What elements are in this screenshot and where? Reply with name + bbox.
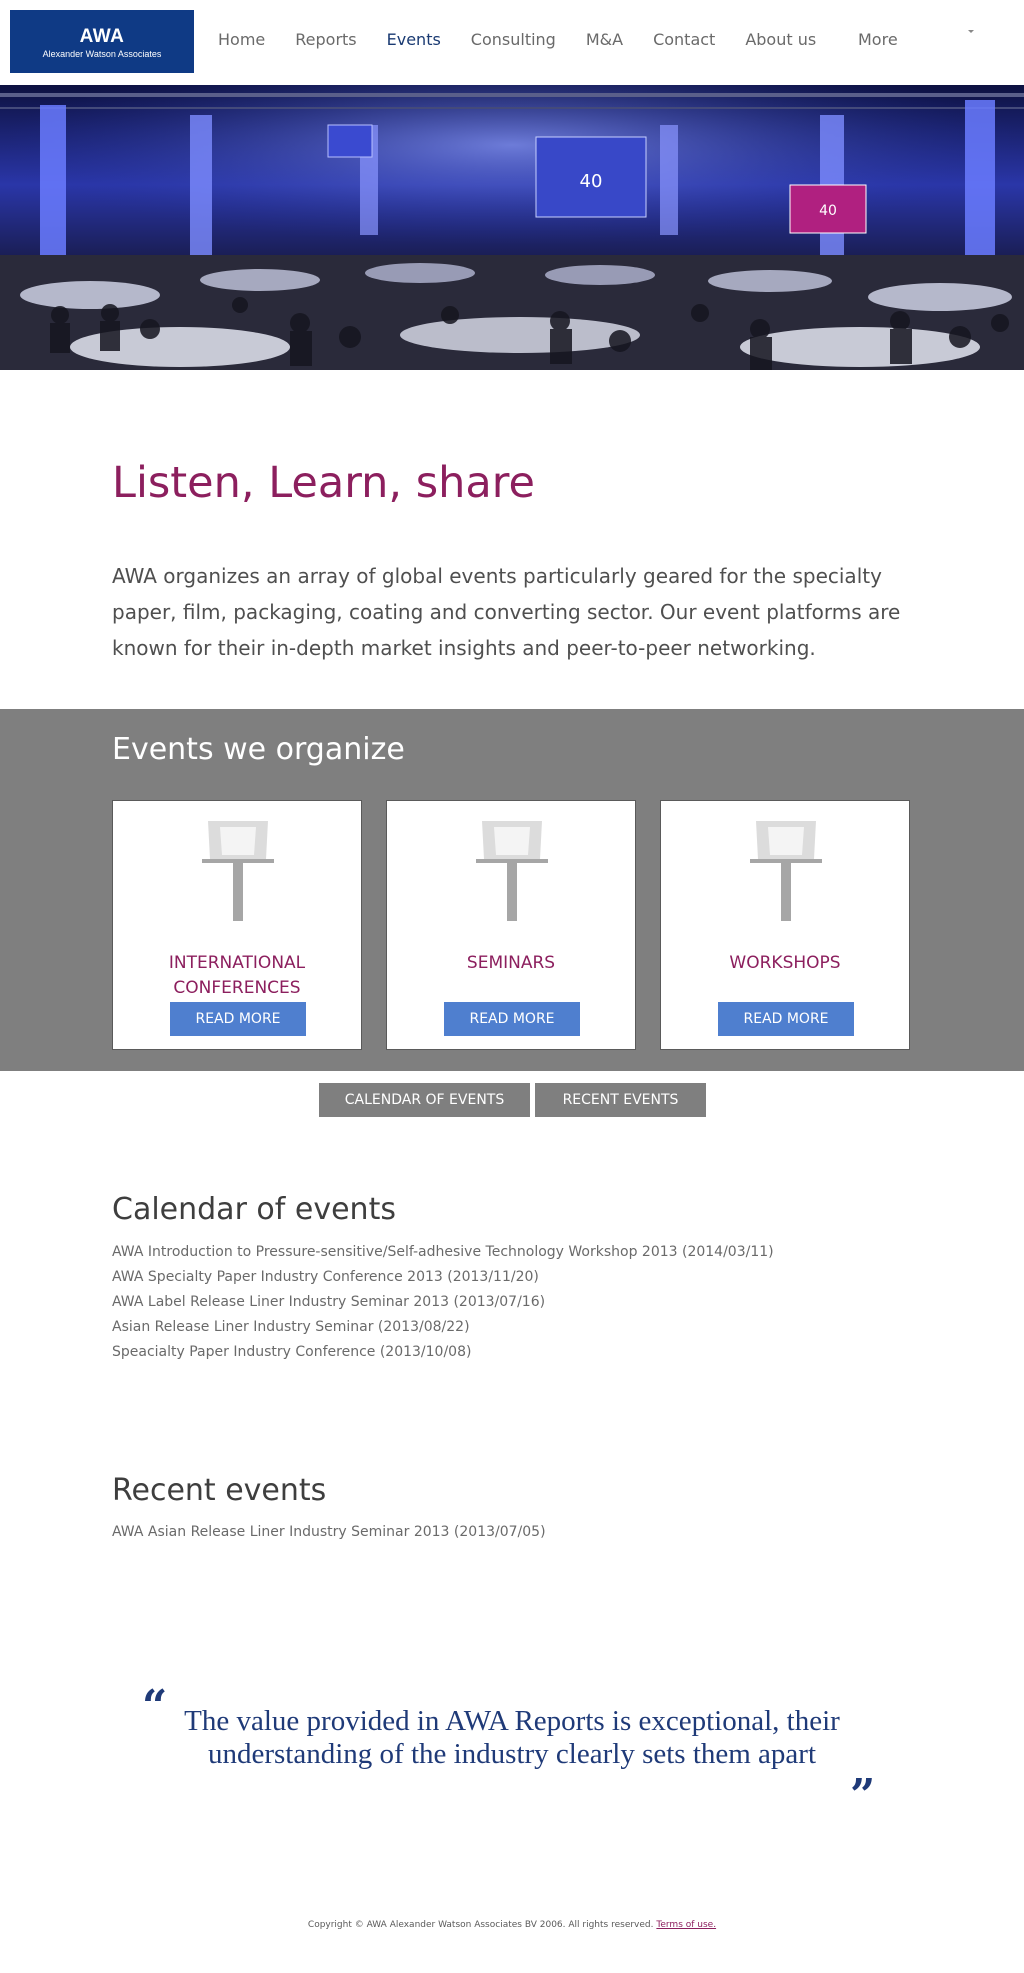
copyright-text: Copyright © AWA Alexander Watson Associa… (307, 1920, 654, 1930)
event-card-title-line: SEMINARS (466, 953, 556, 973)
nav-item-contact[interactable]: Contact (653, 30, 715, 49)
list-item[interactable]: AWA Specialty Paper Industry Conference … (112, 1265, 774, 1290)
event-card-title-line: INTERNATIONAL (168, 953, 306, 973)
nav-item-about-us[interactable]: About us (745, 30, 816, 49)
event-card-seminars: SEMINARS READ MORE (386, 800, 636, 1050)
calendar-event-list: AWA Introduction to Pressure-sensitive/S… (112, 1240, 774, 1365)
lectern-icon (476, 821, 548, 921)
event-card-conferences: INTERNATIONAL CONFERENCES READ MORE (112, 800, 362, 1050)
terms-of-use-link[interactable]: Terms of use. (656, 1920, 716, 1930)
list-item[interactable]: AWA Introduction to Pressure-sensitive/S… (112, 1240, 774, 1265)
list-item[interactable]: AWA Asian Release Liner Industry Seminar… (112, 1520, 546, 1545)
events-we-organize-section: Events we organize INTERNATIONAL CONFERE… (0, 709, 1024, 1071)
nav-item-ma[interactable]: M&A (586, 30, 623, 49)
site-footer: Copyright © AWA Alexander Watson Associa… (0, 1920, 1024, 1930)
logo-sub-text: Alexander Watson Associates (42, 49, 162, 59)
close-quote-icon: ” (850, 1770, 876, 1821)
intro-paragraph: AWA organizes an array of global events … (112, 564, 901, 660)
page-title: Listen, Learn, share (112, 458, 535, 508)
read-more-button-workshops[interactable]: READ MORE (718, 1002, 854, 1036)
hero-screen-text: 40 (580, 171, 603, 192)
events-section-title: Events we organize (112, 732, 405, 767)
read-more-button-conferences[interactable]: READ MORE (170, 1002, 306, 1036)
nav-item-events[interactable]: Events (387, 30, 441, 49)
site-logo[interactable]: AWA Alexander Watson Associates (10, 10, 194, 73)
list-item[interactable]: Asian Release Liner Industry Seminar (20… (112, 1315, 774, 1340)
open-quote-icon: “ (142, 1681, 168, 1732)
recent-event-list: AWA Asian Release Liner Industry Seminar… (112, 1520, 546, 1545)
tab-calendar-of-events[interactable]: CALENDAR OF EVENTS (319, 1083, 530, 1117)
hero-screen-text-right: 40 (819, 203, 837, 219)
nav-item-consulting[interactable]: Consulting (471, 30, 556, 49)
event-card-workshops: WORKSHOPS READ MORE (660, 800, 910, 1050)
nav-item-reports[interactable]: Reports (295, 30, 356, 49)
lectern-icon (750, 821, 822, 921)
calendar-section-title: Calendar of events (112, 1192, 396, 1227)
tab-recent-events[interactable]: RECENT EVENTS (535, 1083, 706, 1117)
recent-section-title: Recent events (112, 1473, 327, 1508)
banquet-hall-illustration: 40 40 (0, 85, 1024, 370)
list-item[interactable]: Speacialty Paper Industry Conference (20… (112, 1340, 774, 1365)
testimonial-quote: The value provided in AWA Reports is exc… (184, 1705, 840, 1770)
site-header: AWA Alexander Watson Associates Home Rep… (0, 0, 1024, 85)
hero-banner-image: 40 40 (0, 85, 1024, 370)
event-card-title: SEMINARS (387, 951, 635, 976)
nav-more-menu[interactable]: More (858, 30, 898, 49)
event-card-title-line: CONFERENCES (173, 978, 301, 998)
list-item[interactable]: AWA Label Release Liner Industry Seminar… (112, 1290, 774, 1315)
chevron-down-icon[interactable] (968, 30, 974, 33)
event-card-title: WORKSHOPS (661, 951, 909, 976)
read-more-button-seminars[interactable]: READ MORE (444, 1002, 580, 1036)
logo-main-text: AWA (79, 26, 125, 47)
main-nav: Home Reports Events Consulting M&A Conta… (218, 30, 846, 49)
event-card-title-line: WORKSHOPS (729, 953, 841, 973)
nav-item-home[interactable]: Home (218, 30, 265, 49)
lectern-icon (202, 821, 274, 921)
event-card-title: INTERNATIONAL CONFERENCES (113, 951, 361, 1001)
